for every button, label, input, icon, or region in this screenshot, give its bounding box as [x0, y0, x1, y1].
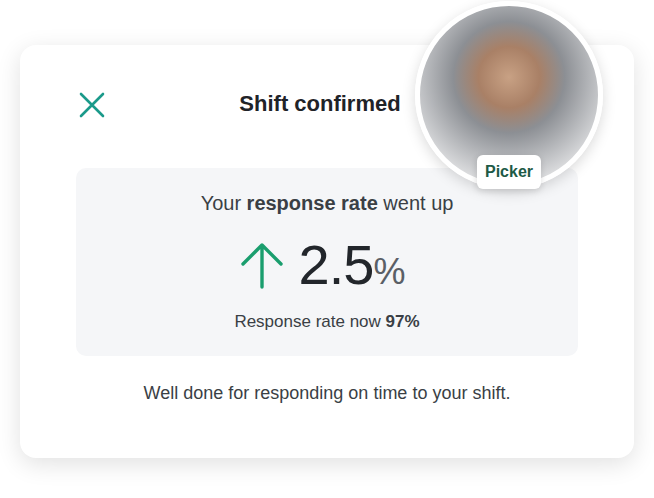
text: Your — [201, 192, 247, 214]
text: Response rate now — [234, 312, 385, 331]
confirmation-card: Shift confirmed Your response rate went u… — [20, 45, 634, 458]
dialog-title: Shift confirmed — [239, 90, 400, 118]
stat-summary: Response rate now 97% — [234, 310, 419, 334]
change-unit: % — [373, 252, 405, 292]
text: went up — [378, 192, 454, 214]
message: Well done for responding on time to your… — [20, 380, 634, 406]
stat-headline: Your response rate went up — [201, 189, 454, 217]
role-badge: Picker — [477, 155, 541, 189]
bold-text: 97% — [386, 312, 420, 331]
change-value: 2.5% — [299, 233, 406, 297]
page: Shift confirmed Your response rate went u… — [0, 0, 654, 498]
role-badge-text: Picker — [485, 162, 533, 182]
arrow-up-icon — [239, 241, 285, 289]
close-button[interactable] — [78, 91, 106, 119]
close-icon — [79, 92, 105, 118]
stat-change: 2.5% — [239, 233, 406, 297]
avatar: Picker — [415, 1, 603, 189]
change-number: 2.5 — [299, 233, 374, 297]
bold-text: response rate — [247, 192, 378, 214]
stat-panel: Your response rate went up2.5%Response r… — [76, 168, 578, 356]
